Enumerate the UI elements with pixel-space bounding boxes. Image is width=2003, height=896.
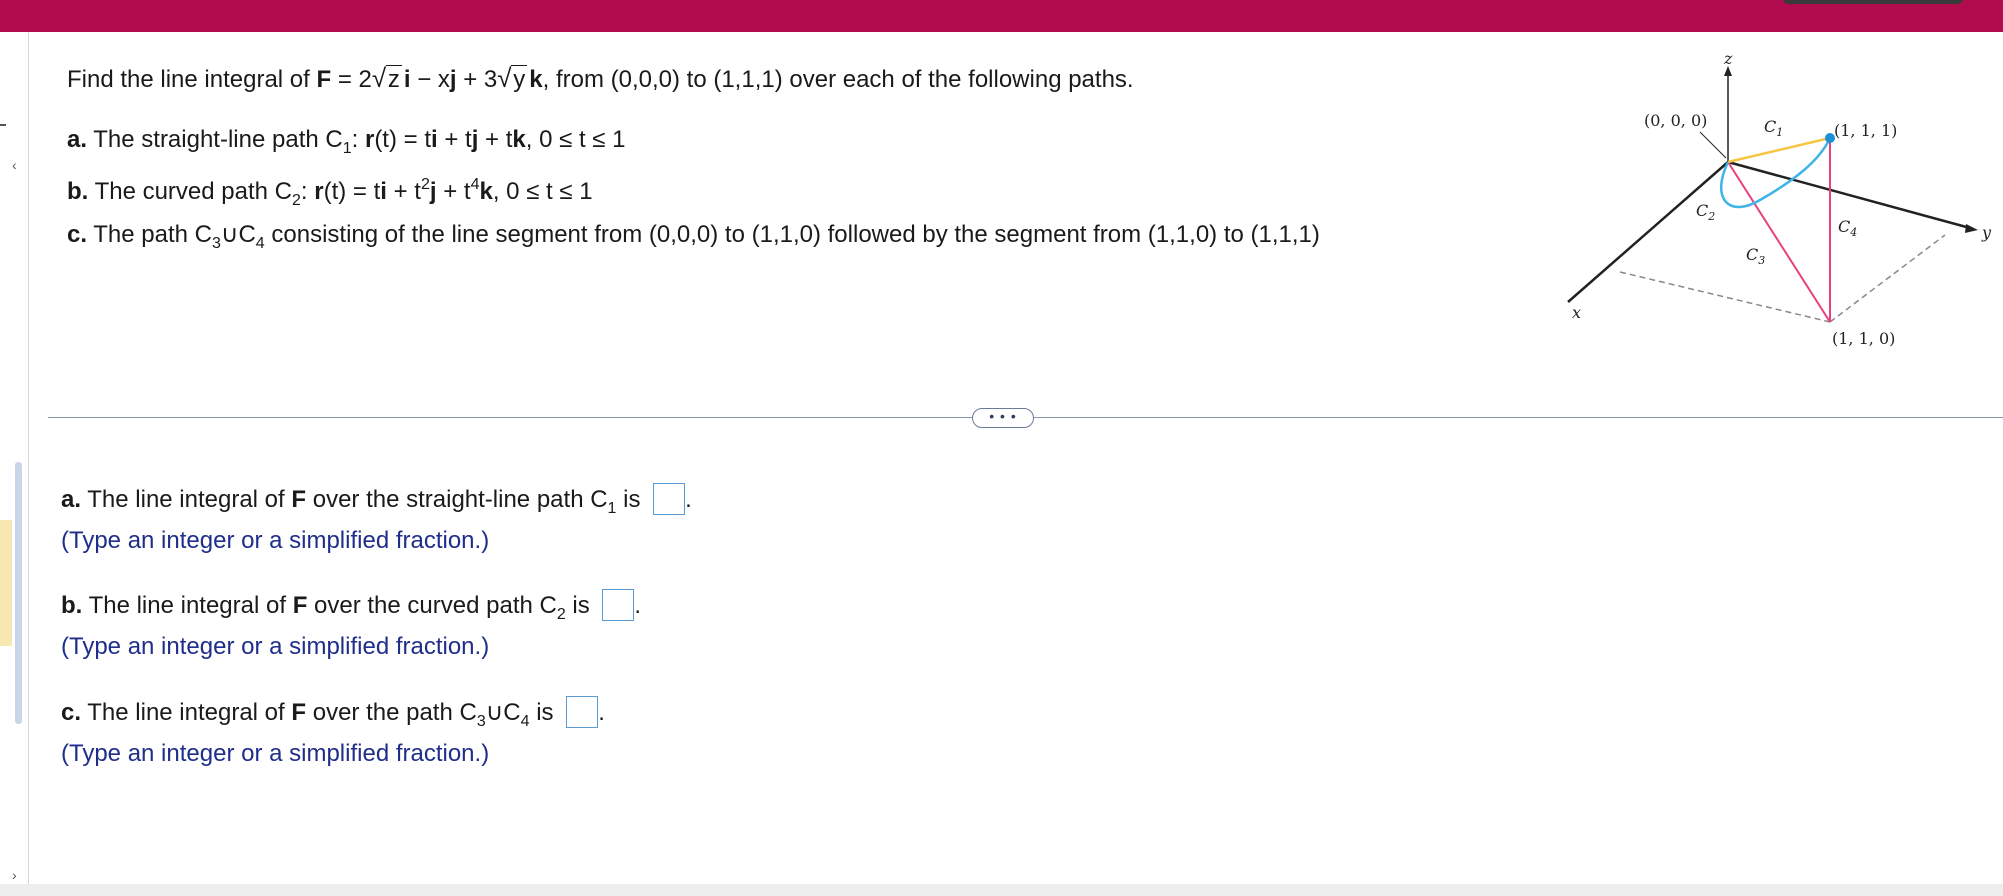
y-axis-label: y	[1981, 223, 1992, 242]
top-bar-pill[interactable]	[1783, 0, 1963, 4]
y-axis-arrow-icon	[1965, 224, 1978, 233]
answer-c-input[interactable]	[566, 696, 599, 728]
origin-label: (0, 0, 0)	[1644, 111, 1707, 130]
rail-marker	[0, 124, 6, 126]
paths-figure: z x y (0, 0, 0) (1, 1, 1) (1, 1, 0) C1 C…	[1567, 50, 1992, 348]
c3-label: C3	[1746, 245, 1765, 267]
answer-a-line: a. The line integral of F over the strai…	[61, 483, 692, 517]
bottom-bar	[0, 884, 2003, 896]
point-110-label: (1, 1, 0)	[1832, 329, 1895, 348]
problem-intro: Find the line integral of F = 2 √ z i − xj …	[67, 63, 1134, 93]
more-options-button[interactable]: • • •	[972, 408, 1034, 428]
left-rail: ‹ ›	[0, 32, 29, 884]
part-a-statement: a. The straight-line path C1: r(t) = ti …	[67, 126, 626, 157]
answer-b-input[interactable]	[602, 589, 635, 621]
answer-a-input[interactable]	[653, 483, 686, 515]
z-axis-label: z	[1723, 50, 1733, 68]
base-dashed-line	[1619, 271, 1831, 323]
origin-pointer	[1699, 131, 1727, 159]
top-bar	[0, 0, 2003, 32]
answer-b-line: b. The line integral of F over the curve…	[61, 589, 641, 623]
point-111-label: (1, 1, 1)	[1834, 121, 1897, 140]
answer-c-hint: (Type an integer or a simplified fractio…	[61, 740, 490, 767]
scrollbar-thumb[interactable]	[15, 462, 22, 724]
scroll-up-chevron-icon[interactable]: ‹	[12, 158, 22, 172]
path-c2	[1719, 137, 1832, 209]
c1-label: C1	[1764, 117, 1783, 139]
answer-a-hint: (Type an integer or a simplified fractio…	[61, 527, 490, 554]
x-axis	[1567, 161, 1729, 303]
c4-label: C4	[1838, 217, 1857, 239]
answer-c-line: c. The line integral of F over the path …	[61, 696, 605, 730]
c2-label: C2	[1696, 201, 1715, 223]
sqrt-z: √ z	[371, 63, 402, 93]
answer-b-hint: (Type an integer or a simplified fractio…	[61, 633, 490, 660]
part-b-statement: b. The curved path C2: r(t) = ti + t2j +…	[67, 176, 593, 209]
sqrt-y: √ y	[497, 63, 528, 93]
scroll-down-chevron-icon[interactable]: ›	[12, 868, 22, 882]
x-axis-label: x	[1572, 303, 1581, 322]
base-dashed-line-2	[1829, 234, 1946, 323]
part-c-statement: c. The path C3∪C4 consisting of the line…	[67, 221, 1320, 252]
rail-highlight	[0, 520, 12, 646]
